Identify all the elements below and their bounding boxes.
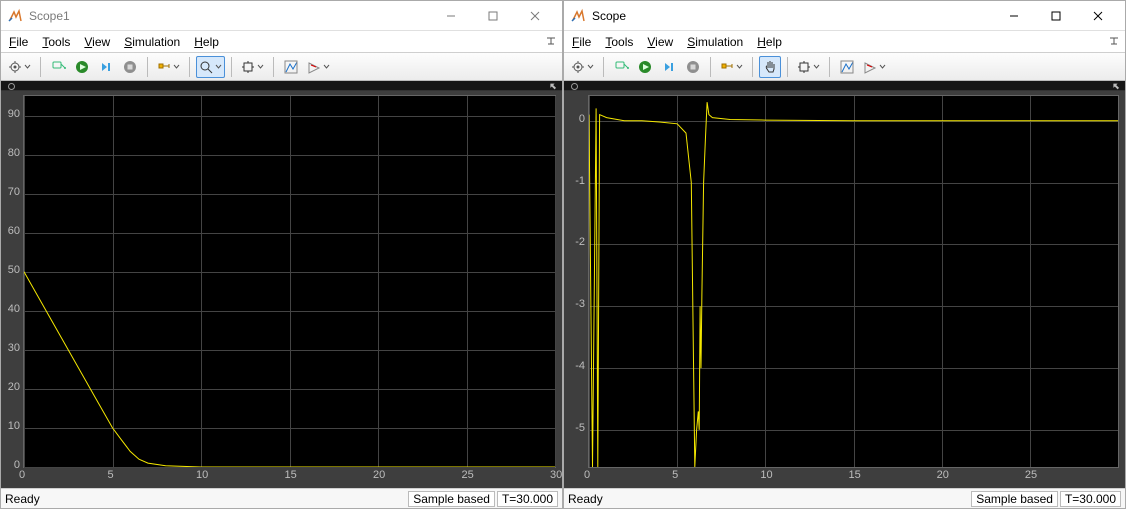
step-forward-button[interactable] — [658, 56, 680, 78]
chart-maximize-icon[interactable] — [1107, 82, 1123, 90]
signal-trace — [589, 102, 1118, 467]
matlab-icon — [570, 8, 586, 24]
menubar: File Tools View Simulation Help — [564, 31, 1125, 53]
status-time: T=30.000 — [497, 491, 558, 507]
step-forward-button[interactable] — [95, 56, 117, 78]
window-title: Scope — [592, 9, 626, 23]
toolbar — [564, 53, 1125, 81]
menu-file[interactable]: File — [572, 35, 591, 49]
status-sample-mode: Sample based — [971, 491, 1058, 507]
titlebar[interactable]: Scope — [564, 1, 1125, 31]
ytick-label: -4 — [575, 360, 585, 372]
ytick-label: 10 — [8, 420, 20, 432]
chart-settings-icon[interactable] — [566, 82, 582, 90]
scale-axes-button[interactable] — [238, 56, 267, 78]
xtick-label: 20 — [937, 469, 949, 481]
cursor-measurements-button[interactable] — [280, 56, 302, 78]
maximize-button[interactable] — [1035, 2, 1077, 30]
close-button[interactable] — [1077, 2, 1119, 30]
close-button[interactable] — [514, 2, 556, 30]
xtick-label: 0 — [584, 469, 590, 481]
ytick-label: -1 — [575, 175, 585, 187]
ytick-label: 0 — [579, 113, 585, 125]
chart-maximize-icon[interactable] — [544, 82, 560, 90]
xtick-label: 5 — [108, 469, 114, 481]
triggers-button[interactable] — [304, 56, 333, 78]
print-preview-button[interactable] — [610, 56, 632, 78]
menubar: File Tools View Simulation Help — [1, 31, 562, 53]
quick-access-icon[interactable] — [1107, 33, 1121, 47]
menu-help[interactable]: Help — [194, 35, 219, 49]
chart-header-strip — [1, 81, 562, 91]
window-title: Scope1 — [29, 9, 70, 23]
xtick-label: 15 — [849, 469, 861, 481]
ytick-label: -3 — [575, 298, 585, 310]
ytick-label: 30 — [8, 342, 20, 354]
ytick-label: 60 — [8, 225, 20, 237]
run-button[interactable] — [634, 56, 656, 78]
print-preview-button[interactable] — [47, 56, 69, 78]
scope-chart-2[interactable]: -5 -4 -3 -2 -1 0 0 5 10 15 20 25 — [564, 81, 1125, 488]
chart-header-strip — [564, 81, 1125, 91]
run-button[interactable] — [71, 56, 93, 78]
ytick-label: 90 — [8, 108, 20, 120]
xtick-label: 0 — [19, 469, 25, 481]
titlebar[interactable]: Scope1 — [1, 1, 562, 31]
xtick-label: 25 — [462, 469, 474, 481]
stop-button[interactable] — [682, 56, 704, 78]
statusbar: Ready Sample based T=30.000 — [1, 488, 562, 508]
quick-access-icon[interactable] — [544, 33, 558, 47]
signal-trace — [24, 272, 555, 467]
status-ready: Ready — [568, 492, 603, 506]
ytick-label: 20 — [8, 381, 20, 393]
menu-help[interactable]: Help — [757, 35, 782, 49]
status-sample-mode: Sample based — [408, 491, 495, 507]
xtick-label: 30 — [550, 469, 562, 481]
xtick-label: 15 — [285, 469, 297, 481]
scale-axes-button[interactable] — [794, 56, 823, 78]
triggers-button[interactable] — [860, 56, 889, 78]
xtick-label: 10 — [196, 469, 208, 481]
statusbar: Ready Sample based T=30.000 — [564, 488, 1125, 508]
highlight-signal-button[interactable] — [154, 56, 183, 78]
chart-settings-icon[interactable] — [3, 82, 19, 90]
maximize-button[interactable] — [472, 2, 514, 30]
ytick-label: -5 — [575, 422, 585, 434]
menu-view[interactable]: View — [647, 35, 673, 49]
configure-button[interactable] — [568, 56, 597, 78]
minimize-button[interactable] — [993, 2, 1035, 30]
zoom-button[interactable] — [196, 56, 225, 78]
minimize-button[interactable] — [430, 2, 472, 30]
menu-tools[interactable]: Tools — [42, 35, 70, 49]
xtick-label: 10 — [760, 469, 772, 481]
stop-button[interactable] — [119, 56, 141, 78]
xtick-label: 25 — [1025, 469, 1037, 481]
matlab-icon — [7, 8, 23, 24]
highlight-signal-button[interactable] — [717, 56, 746, 78]
scope-chart-1[interactable]: 0102030405060708090051015202530 — [1, 81, 562, 488]
toolbar — [1, 53, 562, 81]
ytick-label: 50 — [8, 264, 20, 276]
status-time: T=30.000 — [1060, 491, 1121, 507]
xtick-label: 5 — [672, 469, 678, 481]
status-ready: Ready — [5, 492, 40, 506]
ytick-label: 80 — [8, 147, 20, 159]
menu-file[interactable]: File — [9, 35, 28, 49]
xtick-label: 20 — [373, 469, 385, 481]
ytick-label: -2 — [575, 236, 585, 248]
ytick-label: 70 — [8, 186, 20, 198]
menu-tools[interactable]: Tools — [605, 35, 633, 49]
menu-simulation[interactable]: Simulation — [124, 35, 180, 49]
configure-button[interactable] — [5, 56, 34, 78]
cursor-measurements-button[interactable] — [836, 56, 858, 78]
menu-simulation[interactable]: Simulation — [687, 35, 743, 49]
ytick-label: 40 — [8, 303, 20, 315]
menu-view[interactable]: View — [84, 35, 110, 49]
pan-button[interactable] — [759, 56, 781, 78]
